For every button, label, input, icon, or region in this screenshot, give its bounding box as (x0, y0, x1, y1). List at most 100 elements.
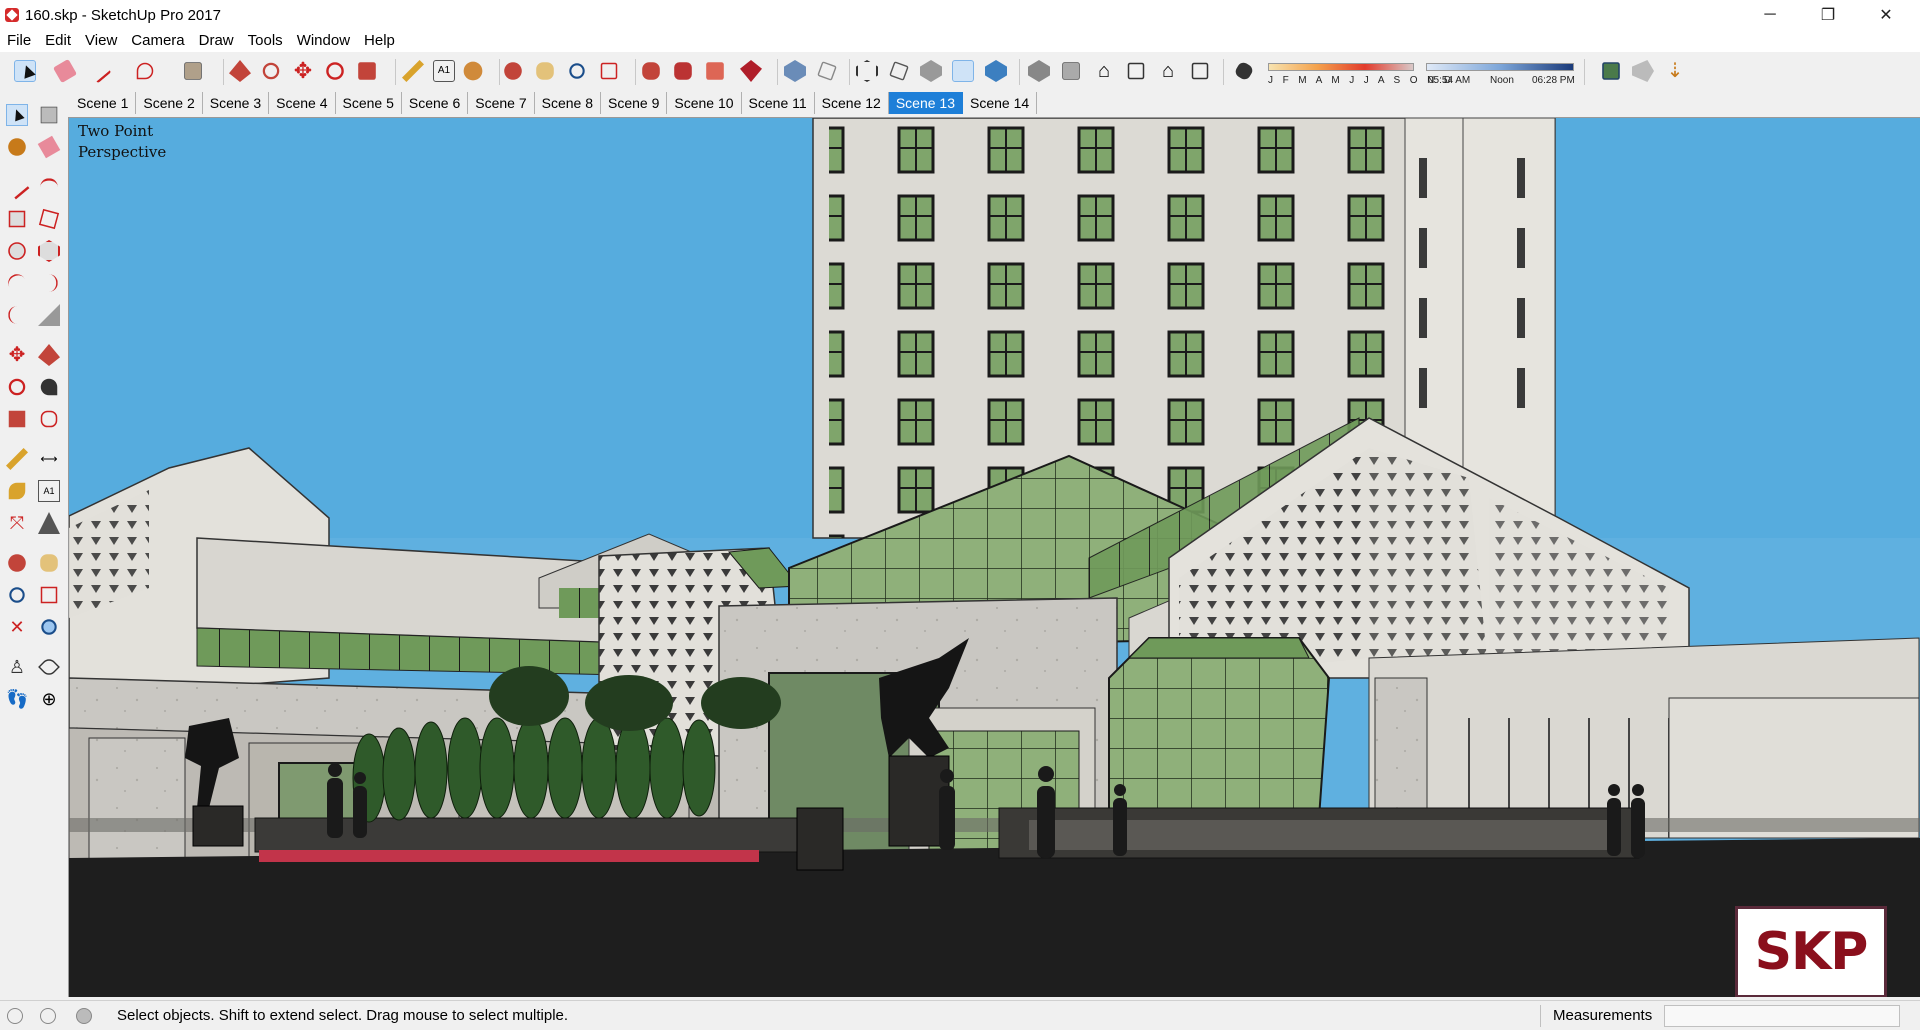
shadow-date-slider[interactable] (1268, 63, 1414, 71)
restore-button[interactable]: ❐ (1799, 0, 1857, 30)
arc-tool-icon[interactable] (136, 62, 154, 80)
menu-draw[interactable]: Draw (192, 30, 241, 52)
previous-view-icon[interactable] (41, 619, 57, 635)
scene-tab[interactable]: Scene 7 (468, 92, 535, 114)
eraser-tool-icon[interactable] (52, 58, 78, 84)
protractor-icon[interactable] (8, 482, 26, 500)
follow-me-icon[interactable] (40, 378, 58, 396)
scene-tab-active[interactable]: Scene 13 (888, 92, 964, 114)
shaded-textures-icon[interactable] (952, 60, 974, 82)
circle-tool-icon[interactable] (8, 242, 26, 260)
warehouse-icon[interactable] (642, 62, 660, 80)
zoom-icon[interactable] (569, 63, 585, 79)
left-view-icon[interactable] (1191, 62, 1209, 80)
pan-icon[interactable] (536, 62, 554, 80)
front-view-icon[interactable]: ⌂ (1093, 60, 1115, 82)
shadow-time-slider[interactable] (1426, 63, 1574, 71)
axes-icon[interactable]: ⤧ (6, 512, 28, 534)
hidden-line-icon[interactable] (889, 61, 909, 81)
tape-measure-icon[interactable] (6, 448, 28, 470)
tape-measure-icon[interactable] (402, 60, 424, 82)
scene-tab[interactable]: Scene 10 (667, 92, 742, 114)
offset-icon[interactable] (40, 410, 58, 428)
account-icon[interactable] (76, 1008, 92, 1024)
shape-tool-icon[interactable] (184, 62, 202, 80)
paint-bucket-icon[interactable] (8, 138, 26, 156)
text-tool-icon[interactable]: A1 (38, 480, 60, 502)
select-tool-icon[interactable] (6, 104, 28, 126)
scene-tab[interactable]: Scene 1 (70, 92, 137, 114)
model-viewport[interactable]: Two Point Perspective SKP (68, 117, 1920, 997)
info-icon[interactable] (40, 1008, 56, 1024)
menu-view[interactable]: View (78, 30, 124, 52)
select-tool-icon[interactable] (14, 60, 36, 82)
rotated-rectangle-icon[interactable] (38, 208, 60, 230)
scene-tab[interactable]: Scene 4 (269, 92, 336, 114)
ruby-console-icon[interactable] (740, 60, 762, 82)
menu-tools[interactable]: Tools (241, 30, 290, 52)
follow-me-icon[interactable] (262, 62, 280, 80)
polygon-tool-icon[interactable] (38, 240, 60, 262)
move-icon[interactable]: ✥ (6, 344, 28, 366)
zoom-icon[interactable] (9, 587, 25, 603)
add-location-icon[interactable] (1602, 62, 1620, 80)
section-plane-icon[interactable]: ⊕ (38, 688, 60, 710)
text-tool-icon[interactable]: A1 (433, 60, 455, 82)
right-view-icon[interactable] (1127, 62, 1145, 80)
zoom-window-icon[interactable] (40, 586, 58, 604)
push-pull-icon[interactable] (229, 60, 251, 82)
freehand-tool-icon[interactable] (40, 178, 58, 196)
orbit-icon[interactable] (8, 554, 26, 572)
close-button[interactable]: ✕ (1857, 0, 1915, 30)
shaded-icon[interactable] (920, 60, 942, 82)
look-around-icon[interactable] (38, 656, 60, 678)
arc-tool-icon[interactable] (4, 270, 30, 296)
line-tool-icon[interactable] (86, 58, 112, 84)
orbit-icon[interactable] (504, 62, 522, 80)
rectangle-tool-icon[interactable] (8, 210, 26, 228)
scene-tab[interactable]: Scene 11 (742, 92, 815, 114)
line-tool-icon[interactable] (4, 174, 30, 200)
menu-edit[interactable]: Edit (38, 30, 78, 52)
paint-bucket-icon[interactable] (463, 61, 483, 81)
three-point-arc-icon[interactable] (8, 306, 26, 324)
pie-tool-icon[interactable] (38, 304, 60, 326)
toggle-terrain-icon[interactable] (1632, 60, 1654, 82)
zoom-extents-icon[interactable]: ✕ (6, 616, 28, 638)
scene-tab[interactable]: Scene 8 (535, 92, 601, 114)
zoom-extents-icon[interactable] (600, 62, 618, 80)
pan-icon[interactable] (40, 554, 58, 572)
scene-tab[interactable]: Scene 14 (963, 92, 1038, 114)
xray-style-icon[interactable] (784, 60, 806, 82)
scale-icon[interactable] (8, 410, 26, 428)
back-view-icon[interactable]: ⌂ (1157, 60, 1179, 82)
geolocation-icon[interactable] (7, 1008, 23, 1024)
extension-warehouse-icon[interactable] (706, 62, 724, 80)
components-icon[interactable] (674, 62, 692, 80)
scene-tab[interactable]: Scene 9 (601, 92, 668, 114)
shadows-toggle-icon[interactable] (1233, 60, 1255, 82)
scene-tab[interactable]: Scene 12 (815, 92, 889, 114)
walk-icon[interactable]: 👣 (6, 688, 28, 710)
minimize-button[interactable]: ─ (1741, 0, 1799, 30)
dimension-icon[interactable]: ⟷ (38, 448, 60, 470)
eraser-tool-icon[interactable] (37, 135, 61, 159)
rotate-icon[interactable] (326, 62, 344, 80)
push-pull-icon[interactable] (38, 344, 60, 366)
position-camera-icon[interactable]: ♙ (6, 656, 28, 678)
two-point-arc-icon[interactable] (40, 274, 58, 292)
iso-view-icon[interactable] (1028, 60, 1050, 82)
menu-file[interactable]: File (0, 30, 38, 52)
3d-text-icon[interactable] (38, 512, 60, 534)
scene-tab[interactable]: Scene 5 (336, 92, 402, 114)
wireframe-icon[interactable] (856, 60, 878, 82)
rotate-icon[interactable] (8, 378, 26, 396)
back-edges-icon[interactable] (817, 61, 837, 81)
make-component-icon[interactable] (40, 106, 58, 124)
measurements-field[interactable] (1664, 1005, 1900, 1027)
scene-tab[interactable]: Scene 2 (136, 92, 203, 114)
menu-camera[interactable]: Camera (124, 30, 191, 52)
scene-tab[interactable]: Scene 3 (203, 92, 270, 114)
menu-help[interactable]: Help (357, 30, 402, 52)
top-view-icon[interactable] (1062, 62, 1080, 80)
